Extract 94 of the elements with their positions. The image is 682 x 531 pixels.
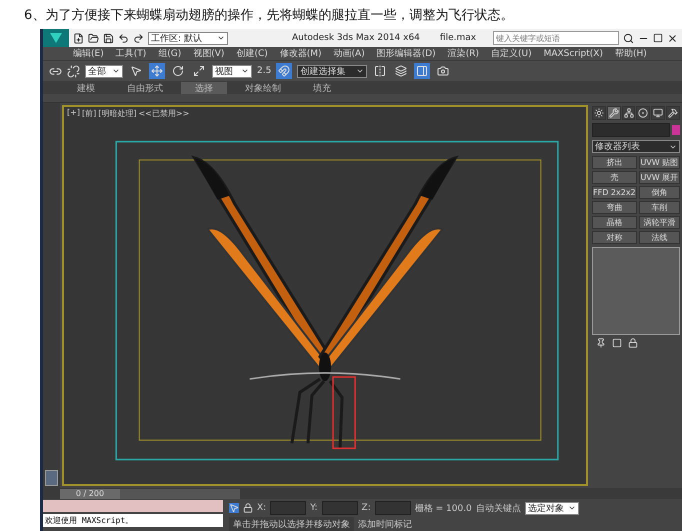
viewport-label[interactable]: <<已禁用>> <box>138 108 190 119</box>
unlink-icon[interactable] <box>67 64 80 78</box>
create-panel-tab[interactable] <box>592 106 606 120</box>
coordinate-label: Y: <box>310 503 318 513</box>
grid-readout: 栅格 = 100.0 <box>414 502 472 514</box>
dropdown-caret-icon[interactable] <box>356 67 364 75</box>
key-selection-dropdown[interactable]: 选定对象 <box>524 502 579 514</box>
coordinate-field[interactable] <box>322 501 358 515</box>
scale-tool-button[interactable] <box>191 63 207 79</box>
menu-item[interactable]: 编辑(E) <box>73 47 104 60</box>
modifier-list-dropdown[interactable]: 修改器列表 <box>592 140 680 153</box>
maximize-icon[interactable] <box>653 33 663 43</box>
viewport-label[interactable]: [明暗处理] <box>98 108 136 119</box>
layers-tool-button[interactable] <box>393 63 410 79</box>
utilities-panel-tab[interactable] <box>666 106 680 120</box>
object-color-swatch[interactable] <box>672 125 680 135</box>
dropdown-caret-icon[interactable] <box>241 67 249 75</box>
selection-lock-icon[interactable] <box>229 503 239 513</box>
lock-icon[interactable] <box>628 338 638 348</box>
dropdown-caret-icon[interactable] <box>217 34 225 42</box>
modifier-button[interactable]: 法线 <box>638 231 680 244</box>
menu-item[interactable]: 视图(V) <box>193 47 224 60</box>
menu-item[interactable]: 修改器(M) <box>280 47 322 60</box>
display-panel-tab[interactable] <box>651 106 666 120</box>
add-time-tag-button[interactable]: 添加时间标记 <box>358 518 412 531</box>
dropdown-caret-icon[interactable] <box>568 504 576 512</box>
rotate-tool-button[interactable] <box>170 63 186 79</box>
maxscript-input-field[interactable] <box>43 500 223 512</box>
viewport[interactable]: [+] [前] [明暗处理] <<已禁用>> <box>62 105 588 486</box>
menu-item[interactable]: 动画(A) <box>334 47 365 60</box>
search-icon[interactable] <box>623 32 634 44</box>
menu-item[interactable]: 图形编辑器(D) <box>376 47 436 60</box>
modifier-button[interactable]: 晶格 <box>592 216 637 229</box>
named-selection-dropdown[interactable]: 创建选择集 <box>297 64 368 78</box>
maxscript-output: 欢迎使用 MAXScript。 <box>43 514 223 527</box>
butterfly-drawing[interactable] <box>192 156 458 450</box>
search-field[interactable]: 键入关键字或短语 <box>493 31 619 45</box>
menu-item[interactable]: 工具(T) <box>116 47 146 60</box>
move-tool-button[interactable] <box>149 63 165 79</box>
modifier-button[interactable]: 挤出 <box>592 156 637 169</box>
file-name: file.max <box>440 33 476 43</box>
coordinate-label: Z: <box>362 503 371 513</box>
modifier-button[interactable]: 涡轮平滑 <box>638 216 680 229</box>
menu-item[interactable]: 自定义(U) <box>490 47 532 60</box>
new-file-icon[interactable] <box>73 32 84 44</box>
menu-item[interactable]: MAXScript(X) <box>544 48 603 58</box>
object-name-field[interactable] <box>592 123 670 137</box>
menu-item[interactable]: 帮助(H) <box>614 47 647 60</box>
viewport-thumbnail[interactable] <box>45 470 58 486</box>
time-slider-track[interactable]: 0 / 200 <box>60 488 240 498</box>
redo-icon[interactable] <box>133 32 144 44</box>
reference-coordinate-dropdown[interactable]: 视图 <box>212 64 252 78</box>
ribbon-tab[interactable]: 建模 <box>63 82 109 94</box>
menu-item[interactable]: 组(G) <box>158 47 182 60</box>
ribbon-tab[interactable]: 填充 <box>299 82 345 94</box>
coordinate-field[interactable] <box>270 501 306 515</box>
close-icon[interactable] <box>667 32 678 44</box>
viewport-label[interactable]: [+] <box>67 108 80 119</box>
viewport-label[interactable]: [前] <box>82 108 96 119</box>
panel-tool-button[interactable] <box>414 63 430 79</box>
modifier-button[interactable]: 车削 <box>638 201 680 214</box>
pin-icon[interactable] <box>596 338 606 348</box>
lock-icon[interactable] <box>243 503 253 513</box>
window-title: Autodesk 3ds Max 2014 x64 <box>292 33 420 43</box>
caption-text: 6、为了方便接下来蝴蝶扇动翅膀的操作，先将蝴蝶的腿拉直一些，调整为飞行状态。 <box>23 7 514 25</box>
snap-tool-button[interactable] <box>276 63 292 79</box>
coordinate-label: X: <box>257 503 266 513</box>
status-prompt: 单击并拖动以选择并移动对象 <box>229 517 354 531</box>
show-end-result-icon[interactable] <box>612 338 622 348</box>
open-folder-icon[interactable] <box>88 32 99 44</box>
dropdown-caret-icon[interactable] <box>112 67 120 75</box>
motion-panel-tab[interactable] <box>636 106 650 120</box>
menu-item[interactable]: 创建(C) <box>236 47 268 60</box>
ribbon-tab[interactable]: 对象绘制 <box>231 82 295 94</box>
modifier-button[interactable]: FFD 2x2x2 <box>592 186 637 199</box>
undo-icon[interactable] <box>118 32 129 44</box>
workspace-dropdown[interactable]: 工作区: 默认 <box>148 32 228 44</box>
modifier-button[interactable]: 弯曲 <box>592 201 637 214</box>
coordinate-field[interactable] <box>374 501 411 515</box>
selection-filter-dropdown[interactable]: 全部 <box>85 64 123 78</box>
ribbon-tab[interactable]: 选择 <box>181 82 227 94</box>
menu-item[interactable]: 渲染(R) <box>448 47 479 60</box>
ribbon-tab[interactable]: 自由形式 <box>113 82 177 94</box>
save-icon[interactable] <box>103 32 114 44</box>
modifier-button[interactable]: 壳 <box>592 171 637 184</box>
hierarchy-panel-tab[interactable] <box>622 106 636 120</box>
time-slider-thumb[interactable]: 0 / 200 <box>60 488 120 498</box>
modifier-button[interactable]: UVW 贴图 <box>638 156 680 169</box>
snap-value[interactable]: 2.5 <box>257 66 272 76</box>
modifier-button[interactable]: 对称 <box>592 231 637 244</box>
modify-panel-tab[interactable] <box>606 106 621 120</box>
modifier-button[interactable]: 倒角 <box>638 186 680 199</box>
auto-key-label[interactable]: 自动关键点 <box>476 502 521 514</box>
modifier-button[interactable]: UVW 展开 <box>638 171 680 184</box>
